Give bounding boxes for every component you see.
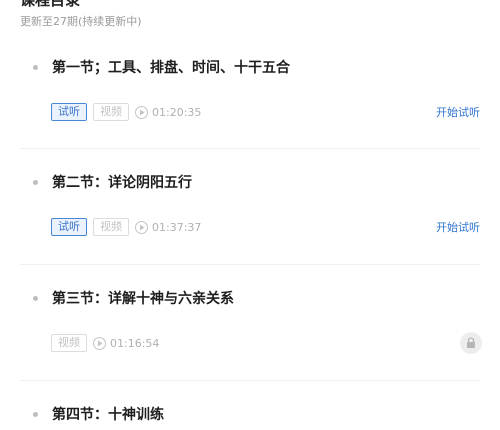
catalog-title: 课程目录 — [20, 0, 81, 9]
trial-badge: 试听 — [51, 103, 87, 121]
start-trial-button[interactable]: 开始试听 — [436, 104, 480, 120]
lesson-title-row: 第三节：详解十神与六亲关系 — [33, 288, 234, 308]
lesson-title-row: 第二节：详论阴阳五行 — [33, 172, 192, 192]
divider — [20, 380, 480, 381]
play-circle-icon — [135, 105, 148, 119]
lesson-title: 第一节；工具、排盘、时间、十干五合 — [52, 60, 290, 76]
video-badge: 视频 — [93, 218, 129, 236]
lock-icon — [460, 332, 482, 354]
video-badge: 视频 — [51, 334, 87, 352]
divider — [20, 148, 480, 149]
lesson-meta: 试听 视频 01:20:35 — [51, 102, 201, 122]
start-trial-button[interactable]: 开始试听 — [436, 219, 480, 235]
dot-icon — [33, 64, 38, 70]
lesson-title: 第二节：详论阴阳五行 — [52, 175, 192, 191]
lesson-title: 第三节：详解十神与六亲关系 — [52, 291, 234, 307]
divider — [20, 264, 480, 265]
dot-icon — [33, 179, 38, 185]
lesson-duration: 01:37:37 — [152, 220, 202, 234]
video-badge: 视频 — [93, 103, 129, 121]
lesson-title: 第四节：十神训练 — [52, 407, 164, 423]
lesson-title-row: 第一节；工具、排盘、时间、十干五合 — [33, 57, 290, 77]
play-circle-icon — [135, 220, 148, 234]
trial-badge: 试听 — [51, 218, 87, 236]
dot-icon — [33, 411, 38, 417]
lesson-duration: 01:16:54 — [110, 336, 160, 350]
lesson-title-row: 第四节：十神训练 — [33, 404, 164, 424]
lesson-meta: 视频 01:16:54 — [51, 333, 159, 353]
lesson-duration: 01:20:35 — [152, 105, 202, 119]
dot-icon — [33, 295, 38, 301]
update-status: 更新至27期(持续更新中) — [20, 15, 142, 28]
play-circle-icon — [93, 336, 106, 350]
course-catalog-page: 课程目录 更新至27期(持续更新中) 第一节；工具、排盘、时间、十干五合 试听 … — [0, 0, 500, 430]
lesson-meta: 试听 视频 01:37:37 — [51, 217, 201, 237]
